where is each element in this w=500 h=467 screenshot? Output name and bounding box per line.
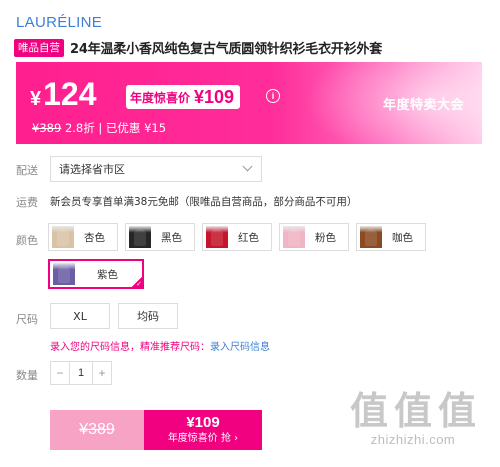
price-value: 124: [43, 76, 97, 112]
buy-action-label: 年度惊喜价 抢 ›: [167, 433, 239, 444]
delivery-label: 配送: [16, 164, 38, 177]
shipping-label: 运费: [16, 196, 38, 209]
watermark: 值 值 值 zhizhizhi.com: [338, 390, 488, 460]
size-option-xl[interactable]: XL: [50, 303, 110, 329]
color-thumbnail: [52, 226, 74, 248]
increase-button[interactable]: +: [93, 362, 111, 384]
product-title: 24年温柔小香风纯色复古气质圆领针织衫毛衣开衫外套: [70, 42, 383, 57]
color-option-label: 咖色: [392, 231, 413, 244]
buy-price: ¥109: [186, 414, 220, 431]
promo-label: 年度惊喜价: [130, 90, 191, 105]
color-thumbnail: [283, 226, 305, 248]
region-select[interactable]: 请选择省市区: [50, 156, 262, 182]
color-thumbnail: [53, 263, 75, 285]
event-label: 年度特卖大会: [382, 98, 464, 113]
current-price: ¥ 124: [30, 76, 97, 113]
product-title-row: 唯品自营 24年温柔小香风纯色复古气质圆领针织衫毛衣开衫外套: [14, 38, 494, 57]
original-price: ¥389: [32, 121, 62, 135]
color-option-apricot[interactable]: 杏色: [48, 223, 118, 251]
price-discount-line: ¥389 2.8折 | 已优惠 ¥15: [32, 120, 166, 136]
color-option-pink[interactable]: 粉色: [279, 223, 349, 251]
selected-check-icon: ✓: [131, 276, 143, 288]
watermark-char: 值: [349, 389, 388, 433]
watermark-char: 值: [393, 389, 432, 433]
region-select-text: 请选择省市区: [59, 163, 125, 176]
color-option-red[interactable]: 红色: [202, 223, 272, 251]
color-option-label: 红色: [238, 231, 259, 244]
size-hint: 录入您的尺码信息，精准推荐尺码：录入尺码信息: [50, 338, 270, 353]
quantity-stepper: − 1 +: [50, 361, 112, 385]
discount-text: 2.8折 | 已优惠 ¥15: [64, 121, 167, 135]
info-icon[interactable]: i: [266, 89, 280, 103]
quantity-label: 数量: [16, 369, 38, 382]
color-option-black[interactable]: 黑色: [125, 223, 195, 251]
chevron-down-icon: [242, 161, 253, 172]
shipping-text: 新会员专享首单满38元免邮（限唯品自营商品，部分商品不可用）: [50, 196, 358, 208]
watermark-url: zhizhizhi.com: [370, 432, 456, 447]
promo-price: ¥109: [194, 86, 235, 107]
check-mark: ✓: [136, 280, 142, 288]
watermark-char: 值: [438, 389, 477, 433]
color-thumbnail: [360, 226, 382, 248]
self-operated-badge: 唯品自营: [14, 38, 64, 57]
size-option-one-size[interactable]: 均码: [118, 303, 178, 329]
color-option-label: 黑色: [161, 231, 182, 244]
color-thumbnail: [206, 226, 228, 248]
original-price-block: ¥389: [50, 410, 144, 450]
price-banner: ¥ 124 年度惊喜价 ¥109 i ¥389 2.8折 | 已优惠 ¥15 年…: [16, 62, 482, 144]
color-label: 颜色: [16, 234, 38, 247]
buy-original-price: ¥389: [79, 421, 115, 438]
color-option-label: 杏色: [84, 231, 105, 244]
size-label: 尺码: [16, 313, 38, 326]
decrease-button[interactable]: −: [51, 362, 69, 384]
quantity-input[interactable]: 1: [69, 362, 93, 384]
currency-symbol: ¥: [30, 88, 42, 110]
size-hint-text: 录入您的尺码信息，精准推荐尺码：: [50, 342, 210, 353]
promo-price-pill: 年度惊喜价 ¥109: [126, 85, 241, 109]
color-option-coffee[interactable]: 咖色: [356, 223, 426, 251]
enter-size-link[interactable]: 录入尺码信息: [210, 342, 270, 353]
color-option-label: 粉色: [315, 231, 336, 244]
buy-button-group: ¥389 ¥109 年度惊喜价 抢 ›: [50, 410, 262, 450]
buy-now-button[interactable]: ¥109 年度惊喜价 抢 ›: [144, 410, 262, 450]
color-thumbnail: [129, 226, 151, 248]
watermark-logo: 值 值 值: [338, 390, 488, 432]
color-option-purple[interactable]: 紫色 ✓: [48, 259, 144, 289]
brand-logo[interactable]: LAURÉLINE: [16, 14, 102, 31]
